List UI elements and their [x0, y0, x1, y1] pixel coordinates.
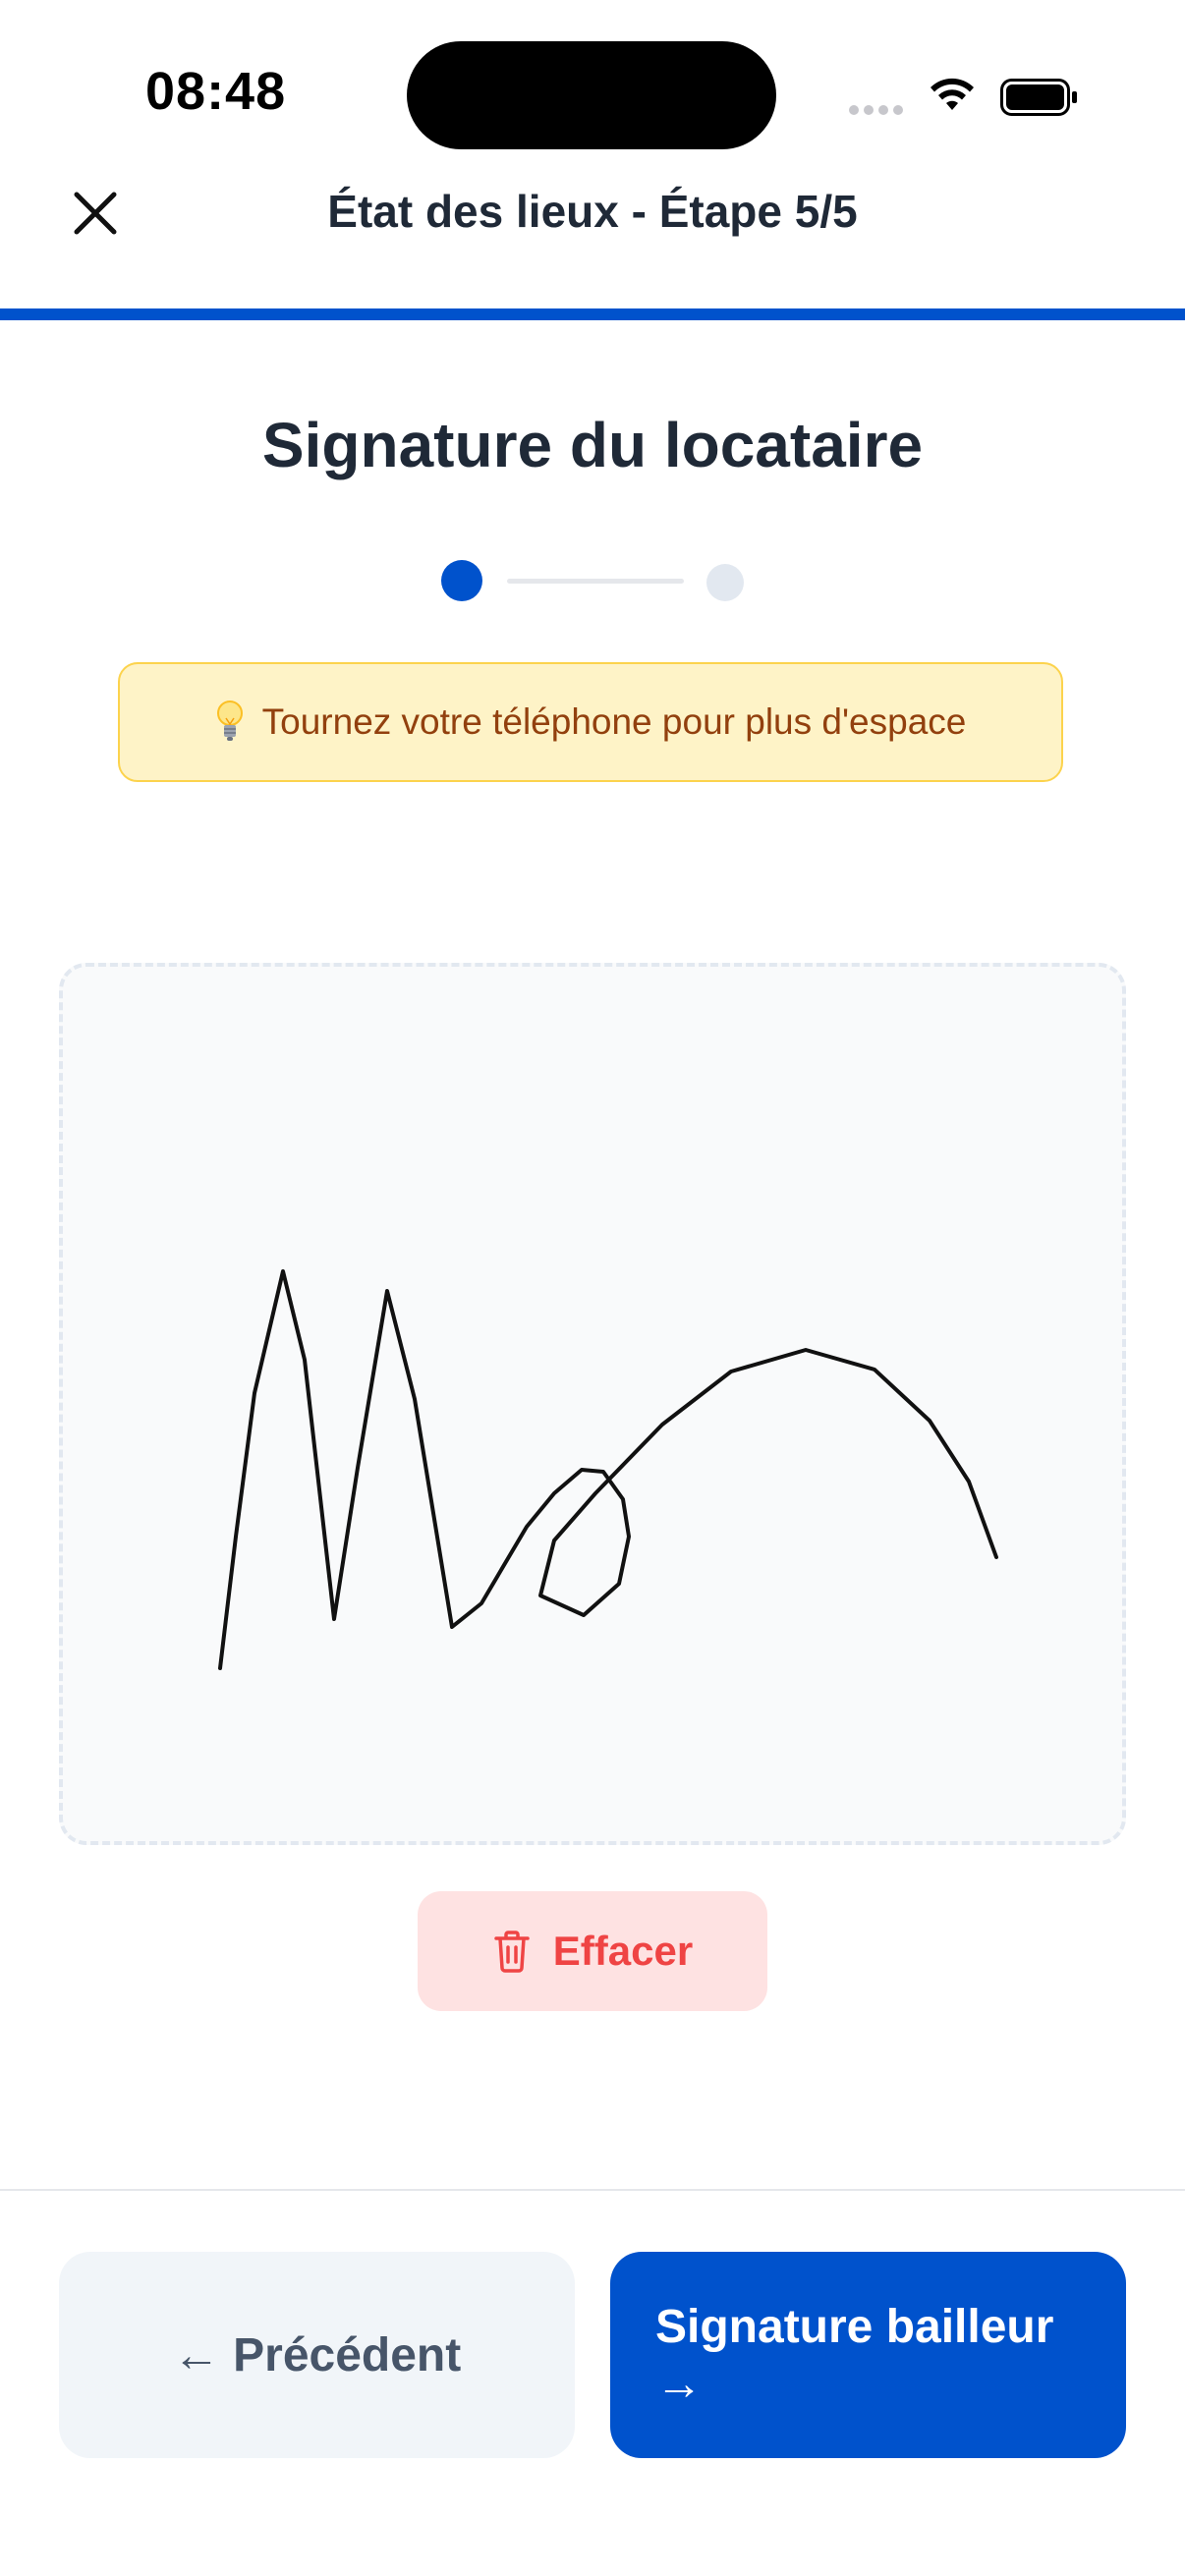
- signature-pad[interactable]: [59, 963, 1126, 1845]
- clear-button-label: Effacer: [552, 1928, 694, 1974]
- dynamic-island: [407, 41, 776, 149]
- next-landlord-signature-button[interactable]: Signature bailleur →: [610, 2252, 1126, 2458]
- tip-text: Tournez votre téléphone pour plus d'espa…: [261, 701, 967, 742]
- step-indicator-1: [441, 560, 482, 601]
- footer-divider: [0, 2189, 1185, 2191]
- trash-icon: [494, 1931, 530, 1973]
- step-indicator-2: [706, 564, 744, 601]
- previous-button[interactable]: ← Précédent: [59, 2252, 575, 2458]
- previous-button-label: ← Précédent: [172, 2328, 462, 2381]
- progress-fill: [0, 308, 1185, 320]
- page-title: Signature du locataire: [261, 410, 924, 480]
- clear-button[interactable]: Effacer: [418, 1891, 767, 2011]
- lightbulb-icon: [216, 700, 243, 741]
- next-button-label: Signature bailleur →: [655, 2301, 1054, 2410]
- battery-icon: [1000, 79, 1079, 116]
- step-connector: [507, 579, 684, 584]
- rotate-tip-banner: Tournez votre téléphone pour plus d'espa…: [118, 662, 1063, 782]
- status-time: 08:48: [145, 62, 287, 121]
- signature-stroke: [218, 1269, 998, 1670]
- wifi-icon: [928, 75, 977, 114]
- cellular-signal-icon: [849, 102, 908, 116]
- header-title: État des lieux - Étape 5/5: [327, 186, 858, 237]
